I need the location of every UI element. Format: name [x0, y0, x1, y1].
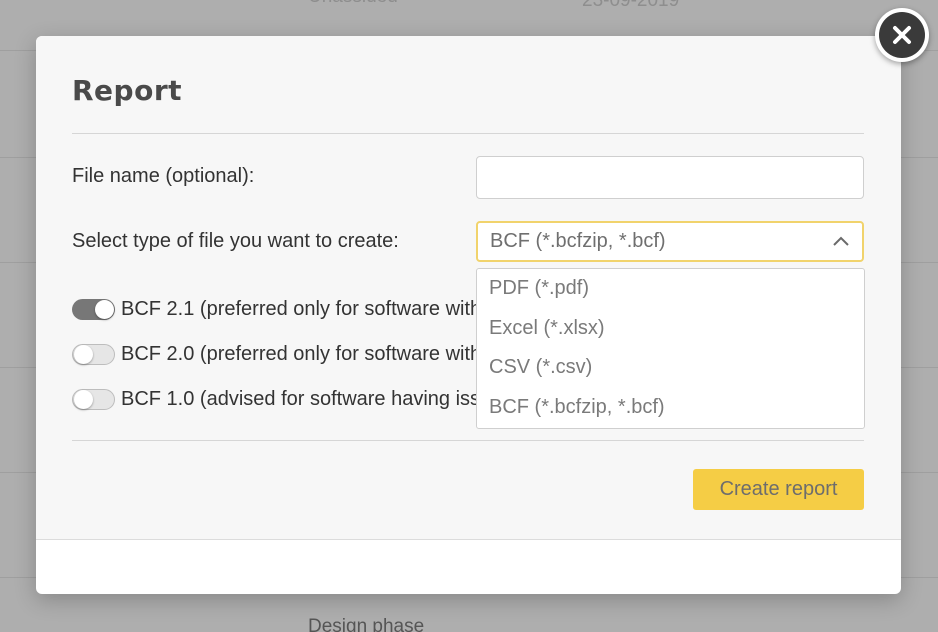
file-type-option-pdf[interactable]: PDF (*.pdf): [477, 269, 864, 309]
footer-divider: [72, 440, 864, 441]
chevron-up-icon: [833, 236, 849, 246]
background-date-text: 23-09-2019: [582, 0, 680, 11]
file-type-option-excel[interactable]: Excel (*.xlsx): [477, 309, 864, 349]
file-name-input[interactable]: [476, 156, 864, 199]
toggle-knob: [74, 390, 93, 409]
bcf-2-0-toggle[interactable]: [72, 344, 115, 365]
file-type-selected-value: BCF (*.bcfzip, *.bcf): [490, 230, 666, 252]
bcf-2-1-toggle[interactable]: [72, 299, 115, 320]
create-report-button[interactable]: Create report: [693, 469, 864, 510]
bcf-1-0-toggle[interactable]: [72, 389, 115, 410]
background-phase-text: Design phase: [308, 616, 425, 632]
background-status-text: Unassided: [308, 0, 398, 8]
file-type-label: Select type of file you want to create:: [72, 230, 399, 252]
file-type-dropdown: PDF (*.pdf) Excel (*.xlsx) CSV (*.csv) B…: [476, 268, 865, 429]
file-name-label: File name (optional):: [72, 165, 255, 187]
header-divider: [72, 133, 864, 134]
close-button-ring: [879, 12, 925, 58]
file-type-select[interactable]: BCF (*.bcfzip, *.bcf): [476, 221, 864, 262]
close-button[interactable]: [875, 8, 929, 62]
file-type-option-csv[interactable]: CSV (*.csv): [477, 348, 864, 388]
toggle-knob: [74, 345, 93, 364]
modal-title: Report: [72, 74, 183, 107]
file-type-option-bcf[interactable]: BCF (*.bcfzip, *.bcf): [477, 388, 864, 428]
close-icon: [893, 26, 911, 44]
toggle-knob: [95, 300, 114, 319]
